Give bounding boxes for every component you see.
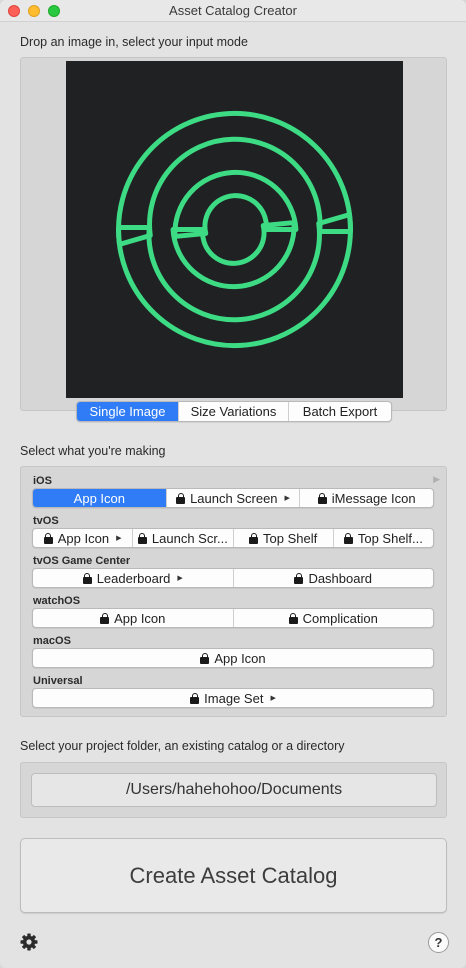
project-path-box: /Users/hahehohoo/Documents	[20, 762, 447, 818]
lock-icon	[317, 492, 327, 504]
lock-icon	[100, 612, 110, 624]
target-options-box: ▶ iOS App Icon Launch Screen ▶ iMessage …	[20, 466, 447, 717]
option-label: iMessage Icon	[331, 490, 416, 506]
tvos-top-shelf-wide-option[interactable]: Top Shelf...	[334, 529, 433, 547]
app-window: Asset Catalog Creator Drop an image in, …	[0, 0, 466, 968]
leaderboard-option[interactable]: Leaderboard ▶	[33, 569, 234, 587]
option-label: Image Set	[204, 690, 264, 706]
lock-icon	[200, 652, 210, 664]
group-label-universal: Universal	[33, 675, 83, 687]
option-label: Complication	[302, 610, 378, 626]
mode-single-image[interactable]: Single Image	[77, 402, 179, 421]
mode-size-variations[interactable]: Size Variations	[179, 402, 289, 421]
option-label: Launch Scr...	[151, 530, 228, 546]
tvos-game-center-options[interactable]: Leaderboard ▶ Dashboard	[32, 568, 434, 588]
lock-icon	[82, 572, 92, 584]
ios-app-icon-option[interactable]: App Icon	[33, 489, 167, 507]
image-set-option[interactable]: Image Set ▶	[33, 689, 433, 707]
option-label: App Icon	[114, 610, 166, 626]
tvos-options[interactable]: App Icon ▶ Launch Scr... Top Shelf Top S…	[32, 528, 434, 548]
option-label: App Icon	[214, 650, 266, 666]
submenu-arrow-icon: ▶	[270, 695, 276, 702]
project-path-button[interactable]: /Users/hahehohoo/Documents	[31, 773, 437, 807]
option-label: Dashboard	[308, 570, 373, 586]
making-section-label: Select what you're making	[20, 444, 166, 458]
lock-icon	[43, 532, 53, 544]
image-drop-well[interactable]	[20, 57, 447, 411]
ios-launch-screen-option[interactable]: Launch Screen ▶	[167, 489, 301, 507]
macos-app-icon-option[interactable]: App Icon	[33, 649, 433, 667]
lock-icon	[343, 532, 353, 544]
lock-icon	[249, 532, 259, 544]
macos-options[interactable]: App Icon	[32, 648, 434, 668]
help-button[interactable]: ?	[428, 932, 449, 953]
input-mode-selector[interactable]: Single Image Size Variations Batch Expor…	[76, 401, 392, 422]
create-asset-catalog-button[interactable]: Create Asset Catalog	[20, 838, 447, 913]
ios-options[interactable]: App Icon Launch Screen ▶ iMessage Icon	[32, 488, 434, 508]
submenu-arrow-icon: ▶	[284, 495, 290, 502]
watchos-app-icon-option[interactable]: App Icon	[33, 609, 234, 627]
group-label-ios: iOS	[33, 475, 52, 487]
option-label: Leaderboard	[96, 570, 171, 586]
submenu-arrow-icon: ▶	[116, 535, 122, 542]
input-section-label: Drop an image in, select your input mode	[20, 35, 248, 49]
project-section-label: Select your project folder, an existing …	[20, 739, 345, 753]
group-label-tvos: tvOS	[33, 515, 59, 527]
tvos-launch-screen-option[interactable]: Launch Scr...	[133, 529, 234, 547]
tvos-top-shelf-option[interactable]: Top Shelf	[234, 529, 334, 547]
window-title: Asset Catalog Creator	[169, 3, 297, 18]
scroll-right-icon[interactable]: ▶	[433, 474, 440, 485]
complication-option[interactable]: Complication	[234, 609, 434, 627]
tvos-app-icon-option[interactable]: App Icon ▶	[33, 529, 134, 547]
lock-icon	[294, 572, 304, 584]
image-preview	[66, 61, 403, 398]
mode-batch-export[interactable]: Batch Export	[289, 402, 391, 421]
lock-icon	[288, 612, 298, 624]
watchos-options[interactable]: App Icon Complication	[32, 608, 434, 628]
group-label-macos: macOS	[33, 635, 71, 647]
dashboard-option[interactable]: Dashboard	[234, 569, 434, 587]
option-label: Top Shelf	[263, 530, 318, 546]
title-bar[interactable]: Asset Catalog Creator	[0, 0, 466, 22]
ring-logo-icon	[116, 110, 353, 349]
option-label: App Icon	[73, 490, 125, 506]
ios-imessage-icon-option[interactable]: iMessage Icon	[300, 489, 433, 507]
submenu-arrow-icon: ▶	[177, 575, 183, 582]
universal-options[interactable]: Image Set ▶	[32, 688, 434, 708]
group-label-watchos: watchOS	[33, 595, 81, 607]
lock-icon	[137, 532, 147, 544]
gear-icon[interactable]	[19, 932, 39, 952]
group-label-tvos-game-center: tvOS Game Center	[33, 555, 131, 567]
option-label: Launch Screen	[190, 490, 278, 506]
option-label: App Icon	[57, 530, 110, 546]
option-label: Top Shelf...	[357, 530, 423, 546]
lock-icon	[190, 692, 200, 704]
lock-icon	[176, 492, 186, 504]
